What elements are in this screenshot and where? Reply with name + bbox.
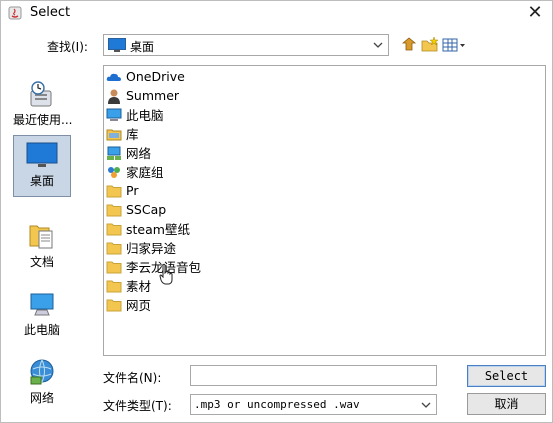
- list-item-label: steam壁纸: [126, 222, 190, 237]
- list-item[interactable]: 网页: [106, 295, 151, 314]
- folder-icon: [106, 242, 122, 254]
- cloud-icon: [106, 73, 121, 81]
- list-item[interactable]: 家庭组: [106, 162, 164, 181]
- user-icon: [108, 89, 120, 104]
- list-item-label: 网络: [126, 146, 152, 161]
- folder-icon: [106, 223, 122, 235]
- sidebar-item-label: 文档: [29, 255, 54, 269]
- network-icon: [107, 146, 121, 160]
- computer-icon: [106, 108, 122, 121]
- list-item-label: 库: [126, 127, 139, 142]
- list-item-label: OneDrive: [126, 69, 185, 84]
- sidebar-item-computer[interactable]: 此电脑: [13, 285, 71, 347]
- list-item[interactable]: 李云龙语音包: [106, 257, 201, 276]
- java-app-icon: [8, 6, 22, 20]
- close-icon: ✕: [527, 2, 543, 23]
- look-in-value: 桌面: [130, 40, 155, 54]
- hand-cursor-icon: [159, 263, 173, 285]
- list-item-label: Summer: [126, 88, 180, 103]
- sidebar-item-recent[interactable]: 最近使用...: [13, 75, 73, 137]
- homegroup-icon: [108, 166, 120, 178]
- list-item-label: 家庭组: [126, 165, 164, 180]
- sidebar-item-label: 最近使用...: [13, 113, 73, 127]
- view-menu-icon[interactable]: [441, 35, 467, 55]
- list-item[interactable]: Summer: [106, 86, 179, 105]
- sidebar-item-documents[interactable]: 文档: [13, 217, 71, 279]
- sidebar-item-label: 桌面: [29, 174, 54, 188]
- close-button[interactable]: ✕: [524, 2, 546, 24]
- folder-icon: [106, 204, 122, 216]
- desktop-icon: [108, 38, 126, 52]
- filename-label: 文件名(N):: [103, 371, 162, 385]
- filetype-value: .mp3 or uncompressed .wav: [194, 398, 360, 411]
- filename-input[interactable]: [190, 365, 437, 386]
- list-item[interactable]: 此电脑: [106, 105, 164, 124]
- look-in-label: 查找(I):: [47, 40, 88, 54]
- filetype-combo[interactable]: .mp3 or uncompressed .wav: [190, 394, 437, 415]
- folder-icon: [106, 185, 122, 197]
- folder-icon: [106, 261, 122, 273]
- list-item-label: 网页: [126, 298, 152, 313]
- file-chooser-dialog: Select ✕ 查找(I): 桌面 最近使用... 桌面 文档 此电脑 网络 …: [0, 0, 553, 423]
- desktop-icon: [26, 142, 58, 167]
- list-item-label: Pr: [126, 183, 139, 198]
- list-item[interactable]: Pr: [106, 181, 138, 200]
- filetype-label: 文件类型(T):: [103, 399, 172, 413]
- list-item-label: 归家异途: [126, 241, 177, 256]
- list-item[interactable]: 库: [106, 124, 139, 143]
- list-item[interactable]: 网络: [106, 143, 151, 162]
- chevron-down-icon: [373, 42, 383, 48]
- cancel-button[interactable]: 取消: [467, 393, 546, 415]
- sidebar-item-network[interactable]: 网络: [13, 353, 71, 415]
- list-item[interactable]: 归家异途: [106, 238, 176, 257]
- sidebar-item-label: 网络: [29, 391, 54, 405]
- list-item-label: 素材: [126, 279, 152, 294]
- library-icon: [106, 129, 122, 140]
- select-button[interactable]: Select: [467, 365, 546, 387]
- look-in-combo[interactable]: 桌面: [103, 34, 389, 56]
- file-list[interactable]: OneDrive Summer 此电脑 库 网络 家庭组 Pr SSCap st…: [103, 65, 546, 356]
- list-item[interactable]: 素材: [106, 276, 151, 295]
- computer-icon: [30, 293, 54, 316]
- folder-icon: [106, 299, 122, 311]
- up-folder-icon[interactable]: [399, 35, 419, 55]
- list-item[interactable]: SSCap: [106, 200, 166, 219]
- chevron-down-icon: [421, 402, 431, 408]
- new-folder-icon[interactable]: [420, 35, 440, 55]
- title-bar[interactable]: Select ✕: [1, 1, 552, 25]
- network-icon: [30, 359, 54, 385]
- sidebar-item-desktop[interactable]: 桌面: [13, 135, 71, 197]
- folder-icon: [106, 280, 122, 292]
- list-item-label: 此电脑: [126, 108, 164, 123]
- list-item-label: SSCap: [126, 202, 167, 217]
- documents-icon: [29, 225, 53, 249]
- sidebar-item-label: 此电脑: [23, 323, 60, 337]
- window-title: Select: [30, 5, 71, 20]
- list-item[interactable]: OneDrive: [106, 67, 185, 86]
- recent-icon: [30, 81, 52, 107]
- list-item[interactable]: steam壁纸: [106, 219, 190, 238]
